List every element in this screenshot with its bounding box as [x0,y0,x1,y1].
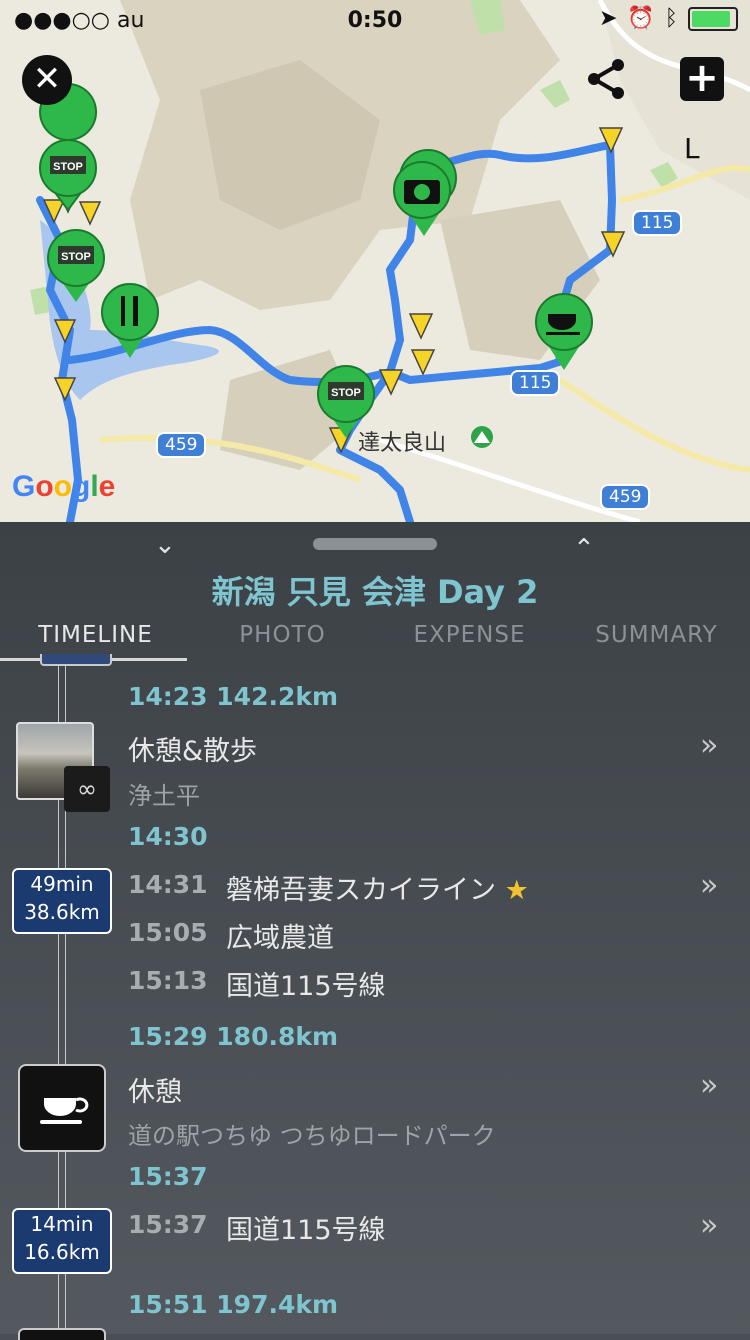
sheet-drag-handle[interactable] [313,538,437,550]
segment-distance: 16.6km [24,1240,100,1264]
svg-text:STOP: STOP [331,387,361,399]
binoculars-icon: ∞ [64,766,110,812]
segment-duration: 49min [30,872,94,896]
favorite-star-icon: ★ [504,875,529,906]
add-button[interactable]: + [680,57,724,101]
tab-bar: TIMELINE PHOTO EXPENSE SUMMARY [0,618,750,662]
road-time: 15:05 [128,918,208,947]
road-time: 15:13 [128,966,208,995]
alarm-icon: ⏰ [627,6,655,31]
trip-sheet: ⌄ ⌃ 新潟 只見 会津 Day 2 TIMELINE PHOTO EXPENS… [0,522,750,1340]
trip-title: 新潟 只見 会津 Day 2 [211,573,539,611]
bluetooth-icon: ᛒ [664,6,678,31]
route-shield-459: 459 [156,432,207,458]
segment-details-arrow[interactable]: » [700,868,718,903]
share-button[interactable] [582,55,630,103]
cafe-category-icon[interactable] [18,1064,106,1152]
segment-distance: 38.6km [24,900,100,924]
stop-details-arrow[interactable]: » [700,728,718,763]
map-view[interactable]: STOP STOP STOP ●●●○○ au 0:50 ➤ ⏰ ᛒ ✕ + L… [0,0,750,522]
svg-text:STOP: STOP [61,251,91,263]
road-time: 15:37 [128,1210,208,1239]
route-shield-459: 459 [600,484,651,510]
route-shield-115: 115 [510,370,561,396]
next-item-stub [18,1328,106,1340]
chevron-up-icon[interactable]: ⌃ [573,534,595,564]
battery-icon [688,6,738,31]
arrival-time-distance: 15:51 197.4km [128,1290,339,1319]
road-name: 広域農道 [226,923,334,954]
status-bar: ●●●○○ au 0:50 ➤ ⏰ ᛒ [0,0,750,40]
stop-details-arrow[interactable]: » [700,1068,718,1103]
cafe-marker[interactable] [535,293,593,370]
departure-time: 15:37 [128,1162,208,1191]
mountain-label: 達太良山 [358,431,447,456]
stop-place: 道の駅つちゆ つちゆロードパーク [128,1122,496,1150]
tab-summary[interactable]: SUMMARY [563,622,750,648]
segment-duration: 14min [30,1212,94,1236]
road-time: 14:31 [128,870,208,899]
tab-expense[interactable]: EXPENSE [376,622,563,648]
cup-icon [40,1097,89,1124]
location-arrow-icon: ➤ [598,6,618,31]
arrival-time-distance: 14:23 142.2km [128,682,339,711]
stop-place: 浄土平 [128,782,200,810]
tab-timeline[interactable]: TIMELINE [2,622,189,648]
status-icons: ➤ ⏰ ᛒ [599,6,738,31]
segment-duration-badge: 14min 16.6km [12,1208,112,1274]
previous-item-stub [40,654,112,666]
route-shield-115: 115 [632,210,683,236]
svg-text:STOP: STOP [53,161,83,173]
google-logo: Google [12,470,116,503]
map-scale-label: L [684,132,700,165]
close-button[interactable]: ✕ [22,55,72,105]
segment-duration-badge: 49min 38.6km [12,868,112,934]
segment-details-arrow[interactable]: » [700,1208,718,1243]
tab-photo[interactable]: PHOTO [189,622,376,648]
road-name: 国道115号線 [226,971,386,1002]
stop-title[interactable]: 休憩 [128,1070,182,1109]
road-name[interactable]: 国道115号線 [226,1208,386,1247]
chevron-down-icon[interactable]: ⌄ [154,530,176,560]
road-name-text: 磐梯吾妻スカイライン [226,875,496,906]
road-name[interactable]: 磐梯吾妻スカイライン ★ [226,868,529,907]
stop-title[interactable]: 休憩&散歩 [128,729,257,768]
arrival-time-distance: 15:29 180.8km [128,1022,339,1051]
departure-time: 14:30 [128,822,208,851]
